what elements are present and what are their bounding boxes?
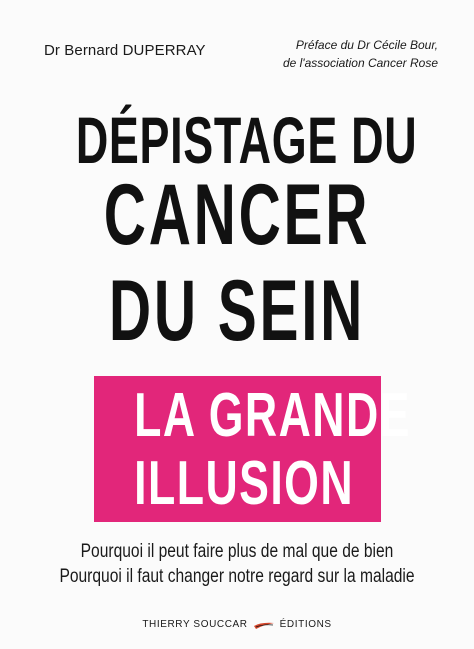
author-name: Dr Bernard DUPERRAY — [44, 42, 206, 59]
swoosh-logo-icon — [253, 622, 274, 629]
title-line-2: CANCER — [103, 167, 371, 263]
subtitle-line-1: Pourquoi il peut faire plus de mal que d… — [80, 541, 394, 562]
highlight-banner: LA GRANDE ILLUSION — [94, 376, 411, 522]
preface-line-2: de l'association Cancer Rose — [282, 56, 438, 70]
publisher-suffix: ÉDITIONS — [279, 619, 332, 630]
subtitle-line-2: Pourquoi il faut changer notre regard su… — [59, 566, 415, 587]
highlight-line-1: LA GRANDE — [134, 381, 411, 450]
publisher-name: THIERRY SOUCCAR — [142, 619, 248, 630]
book-cover: Dr Bernard DUPERRAY Préface du Dr Cécile… — [0, 0, 474, 649]
publisher-imprint: THIERRY SOUCCAR ÉDITIONS — [0, 619, 474, 630]
preface-credit: Préface du Dr Cécile Bour, de l'associat… — [198, 36, 438, 72]
preface-line-1: Préface du Dr Cécile Bour, — [295, 38, 438, 52]
title-line-3: DU SEIN — [108, 263, 366, 359]
highlight-line-2: ILLUSION — [134, 449, 355, 518]
